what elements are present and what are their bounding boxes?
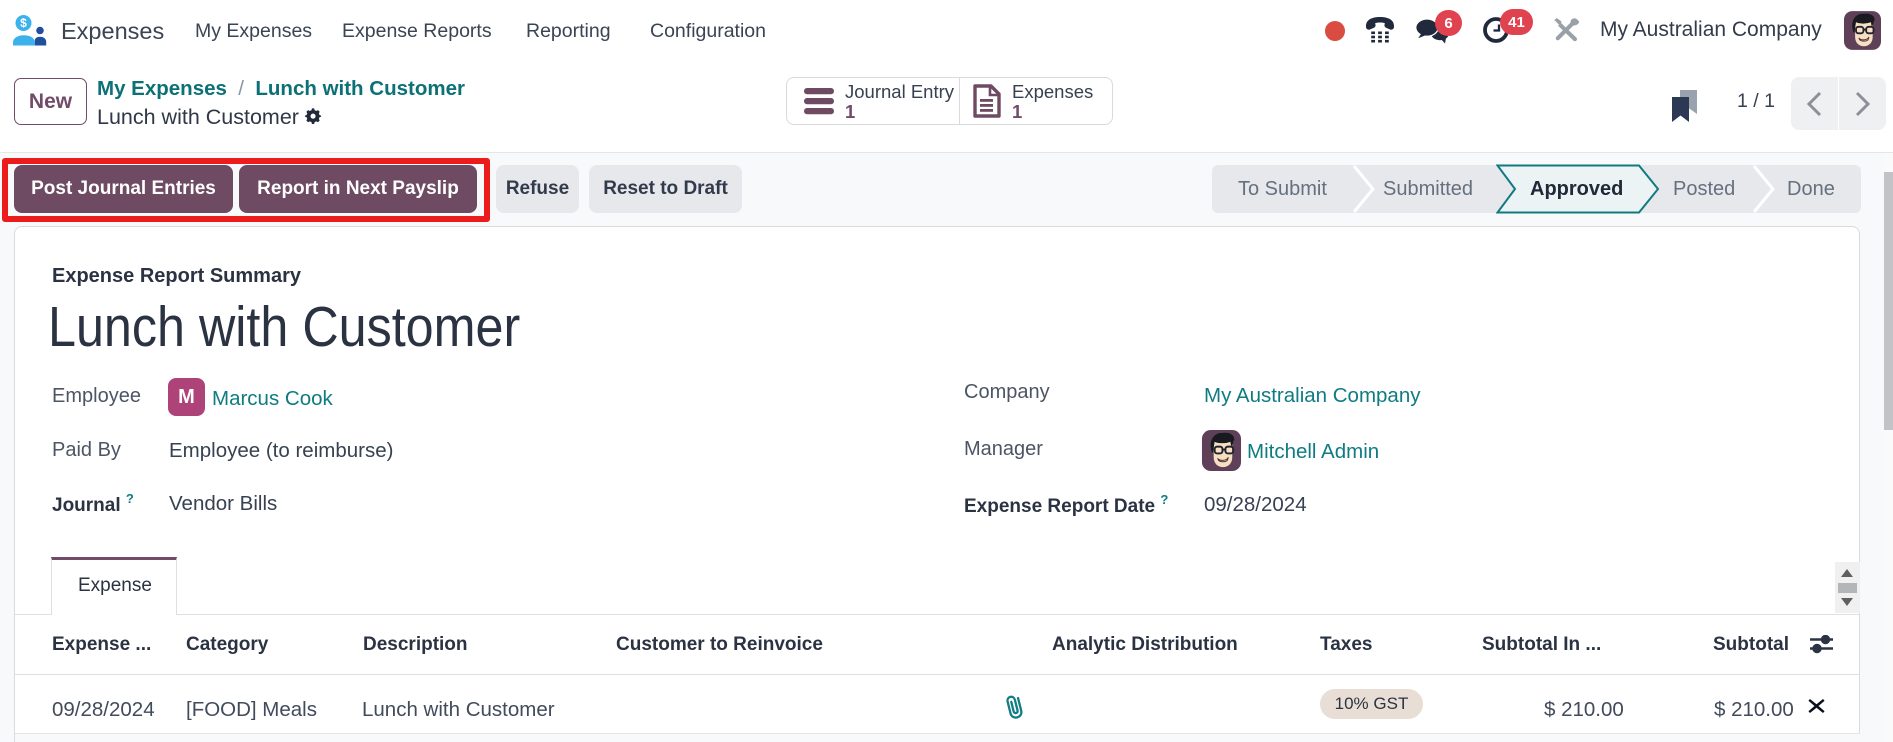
svg-text:$: $ xyxy=(20,16,27,30)
